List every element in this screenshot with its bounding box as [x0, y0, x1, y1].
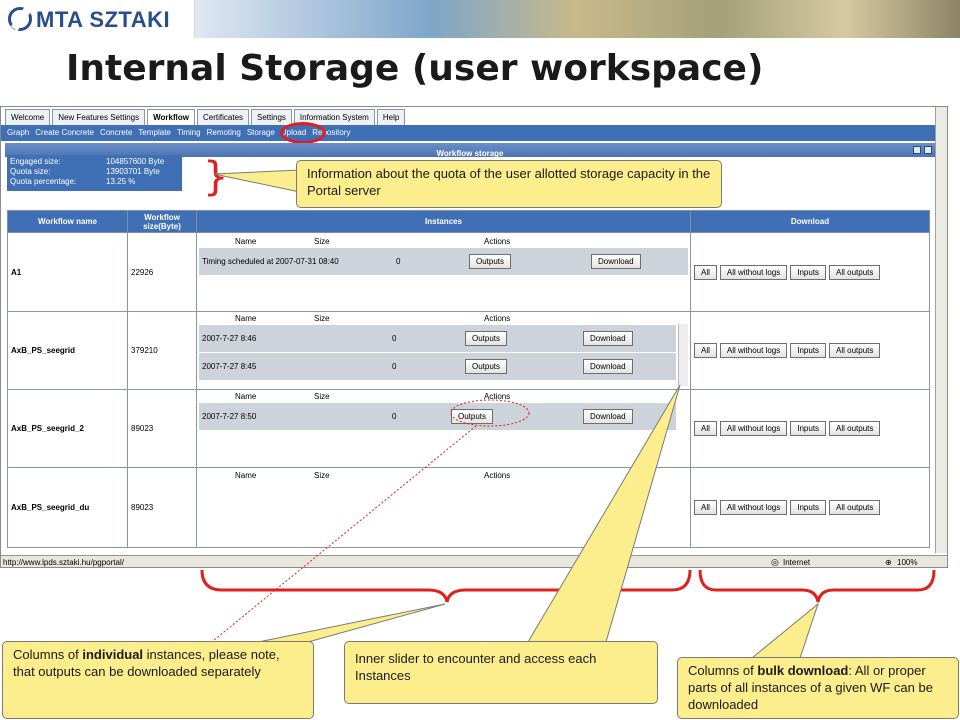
individual-callout: Columns of individual instances, please … [2, 641, 314, 719]
bulk-callout-bold: bulk download [757, 663, 849, 678]
slider-callout-pointer [527, 384, 681, 643]
individual-callout-pre: Columns of [13, 647, 83, 662]
slider-callout-text: Inner slider to encounter and access eac… [355, 651, 597, 683]
annotation-overlay [135, 169, 936, 688]
quota-callout: Information about the quota of the user … [296, 160, 722, 208]
outputs-highlight-oval [450, 399, 530, 427]
bulk-callout-pre: Columns of [688, 663, 758, 678]
individual-callout-bold: individual [82, 647, 144, 662]
bulk-callout-pointer [750, 602, 820, 659]
quota-callout-text: Information about the quota of the user … [307, 166, 711, 198]
individual-callout-pointer [257, 603, 446, 643]
bulk-callout: Columns of bulk download: All or proper … [677, 657, 959, 719]
quota-callout-pointer [213, 169, 301, 193]
slider-callout: Inner slider to encounter and access eac… [344, 641, 658, 704]
download-brace [698, 569, 936, 603]
